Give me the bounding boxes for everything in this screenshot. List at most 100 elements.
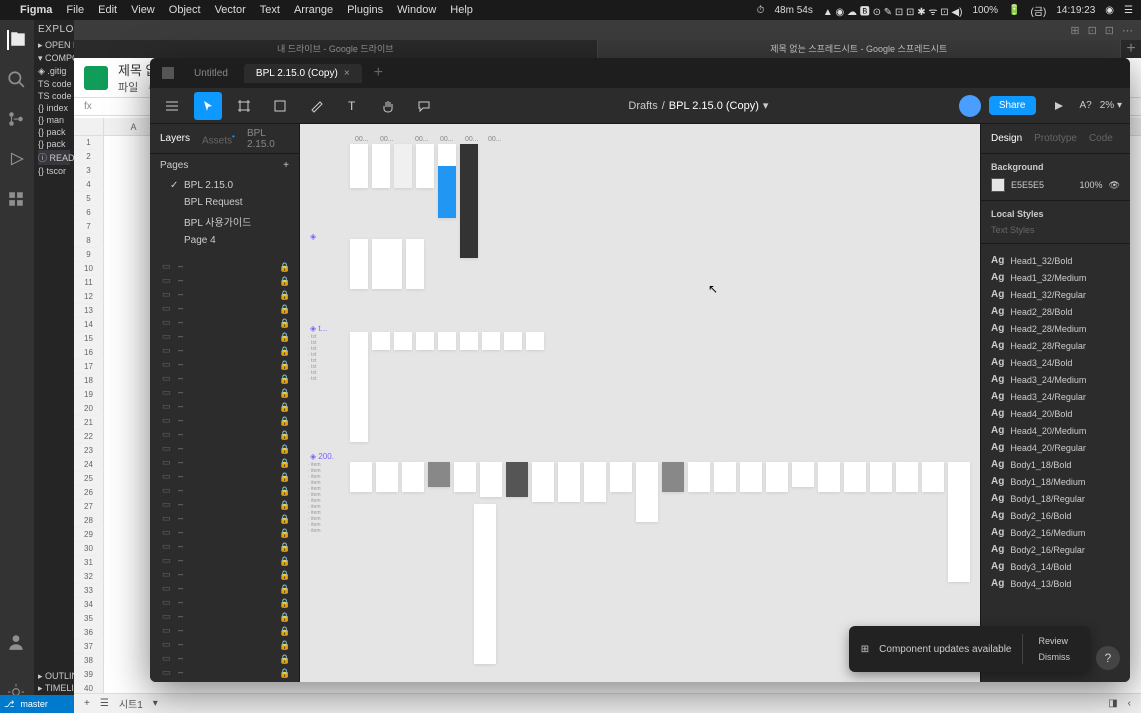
layer-row[interactable]: ▭–🔒 (150, 581, 299, 595)
canvas-frame[interactable] (350, 462, 372, 492)
lock-icon[interactable]: 🔒 (279, 360, 287, 368)
chevron-down-icon[interactable]: ▾ (763, 99, 769, 112)
lock-icon[interactable]: 🔒 (279, 318, 287, 326)
menu-icon[interactable] (158, 92, 186, 120)
menu-vector[interactable]: Vector (215, 4, 246, 16)
file-item[interactable]: {} man (38, 114, 70, 126)
canvas-frame[interactable] (438, 144, 456, 218)
canvas-frame[interactable] (438, 332, 456, 350)
lock-icon[interactable]: 🔒 (279, 640, 287, 648)
branch-icon[interactable]: ⎇ (4, 699, 14, 710)
breadcrumb[interactable]: Drafts / BPL 2.15.0 (Copy) ▾ (628, 99, 768, 112)
lock-icon[interactable]: 🔒 (279, 556, 287, 564)
lock-icon[interactable]: 🔒 (279, 276, 287, 284)
file-item[interactable]: {} tscor (38, 165, 70, 177)
canvas-frame[interactable] (416, 332, 434, 350)
page-item[interactable]: BPL 사용가이드 (160, 211, 289, 232)
assets-tab[interactable]: Assets• (202, 131, 235, 146)
search-icon[interactable] (7, 70, 27, 90)
layer-row[interactable]: ▭–🔒 (150, 399, 299, 413)
layer-row[interactable]: ▭–🔒 (150, 637, 299, 651)
text-style-item[interactable]: AgBody3_14/Bold (991, 558, 1120, 575)
lock-icon[interactable]: 🔒 (279, 598, 287, 606)
canvas-frame[interactable] (350, 332, 368, 442)
canvas-frame[interactable] (394, 144, 412, 188)
canvas-frame[interactable] (558, 462, 580, 502)
layer-row[interactable]: ▭–🔒 (150, 357, 299, 371)
lock-icon[interactable]: 🔒 (279, 304, 287, 312)
browser-tab[interactable]: 내 드라이브 - Google 드라이브 (74, 40, 598, 58)
browser-tab-icon[interactable]: ⊞ (1070, 24, 1079, 37)
lock-icon[interactable]: 🔒 (279, 626, 287, 634)
lock-icon[interactable]: 🔒 (279, 584, 287, 592)
layer-row[interactable]: ▭–🔒 (150, 259, 299, 273)
extensions-icon[interactable] (7, 190, 27, 210)
lock-icon[interactable]: 🔒 (279, 570, 287, 578)
canvas-frame[interactable] (844, 462, 866, 492)
text-style-item[interactable]: AgBody1_18/Bold (991, 456, 1120, 473)
section-open[interactable]: ▸ OPEN E (38, 39, 70, 52)
layer-row[interactable]: ▭–🔒 (150, 525, 299, 539)
menu-icon[interactable]: ☰ (1124, 5, 1133, 16)
layer-row[interactable]: ▭–🔒 (150, 371, 299, 385)
lock-icon[interactable]: 🔒 (279, 458, 287, 466)
canvas-frame[interactable] (482, 332, 500, 350)
lock-icon[interactable]: 🔒 (279, 654, 287, 662)
canvas-frame[interactable] (376, 462, 398, 492)
layer-row[interactable]: ▭–🔒 (150, 595, 299, 609)
menu-file[interactable]: File (66, 4, 84, 16)
avatar[interactable] (959, 95, 981, 117)
layer-row[interactable]: ▭–🔒 (150, 315, 299, 329)
text-style-item[interactable]: AgBody2_16/Medium (991, 524, 1120, 541)
text-style-item[interactable]: AgHead4_20/Medium (991, 422, 1120, 439)
menu-help[interactable]: Help (450, 4, 473, 16)
frame-tool-icon[interactable] (230, 92, 258, 120)
canvas-frame[interactable] (922, 462, 944, 492)
share-button[interactable]: Share (989, 96, 1036, 115)
lock-icon[interactable]: 🔒 (279, 542, 287, 550)
canvas-frame[interactable] (416, 144, 434, 188)
siri-icon[interactable]: ◉ (1105, 5, 1114, 16)
text-style-item[interactable]: AgHead2_28/Regular (991, 337, 1120, 354)
move-tool-icon[interactable] (194, 92, 222, 120)
lock-icon[interactable]: 🔒 (279, 290, 287, 298)
canvas-frame[interactable] (394, 332, 412, 350)
text-style-item[interactable]: AgHead1_32/Regular (991, 286, 1120, 303)
lock-icon[interactable]: 🔒 (279, 500, 287, 508)
text-style-item[interactable]: AgBody1_18/Regular (991, 490, 1120, 507)
canvas-frame[interactable] (406, 239, 424, 289)
file-item[interactable]: ⓘ READ (38, 150, 70, 165)
canvas-frame[interactable] (526, 332, 544, 350)
background-swatch[interactable] (991, 178, 1005, 192)
file-item[interactable]: ◈ .gitig (38, 65, 70, 78)
explore-button[interactable]: ◨ (1108, 698, 1117, 709)
menu-window[interactable]: Window (397, 4, 436, 16)
lock-icon[interactable]: 🔒 (279, 430, 287, 438)
layer-row[interactable]: ▭–🔒 (150, 665, 299, 679)
canvas-frame[interactable] (350, 144, 368, 188)
layer-row[interactable]: ▭–🔒 (150, 567, 299, 581)
layer-row[interactable]: ▭–🔒 (150, 539, 299, 553)
lock-icon[interactable]: 🔒 (279, 472, 287, 480)
new-tab-button[interactable]: + (1121, 40, 1141, 58)
lock-icon[interactable]: 🔒 (279, 332, 287, 340)
sheet-tab[interactable]: 시트1 (119, 696, 143, 711)
add-page-button[interactable]: + (283, 160, 289, 171)
file-item[interactable]: TS code (38, 90, 70, 102)
lock-icon[interactable]: 🔒 (279, 346, 287, 354)
lock-icon[interactable]: 🔒 (279, 374, 287, 382)
canvas-frame[interactable] (714, 462, 736, 492)
shape-tool-icon[interactable] (266, 92, 294, 120)
canvas-frame[interactable] (636, 462, 658, 522)
hand-tool-icon[interactable] (374, 92, 402, 120)
canvas-frame[interactable] (460, 144, 478, 258)
file-item[interactable]: {} index (38, 102, 70, 114)
text-style-item[interactable]: AgBody1_18/Medium (991, 473, 1120, 490)
canvas-frame[interactable] (584, 462, 606, 502)
layer-row[interactable]: ▭–🔒 (150, 553, 299, 567)
layer-row[interactable]: ▭–🔒 (150, 511, 299, 525)
new-tab-button[interactable]: + (366, 64, 391, 82)
eye-icon[interactable]: 👁 (1109, 180, 1120, 191)
menu-text[interactable]: Text (260, 4, 280, 16)
canvas-frame[interactable] (474, 504, 496, 664)
